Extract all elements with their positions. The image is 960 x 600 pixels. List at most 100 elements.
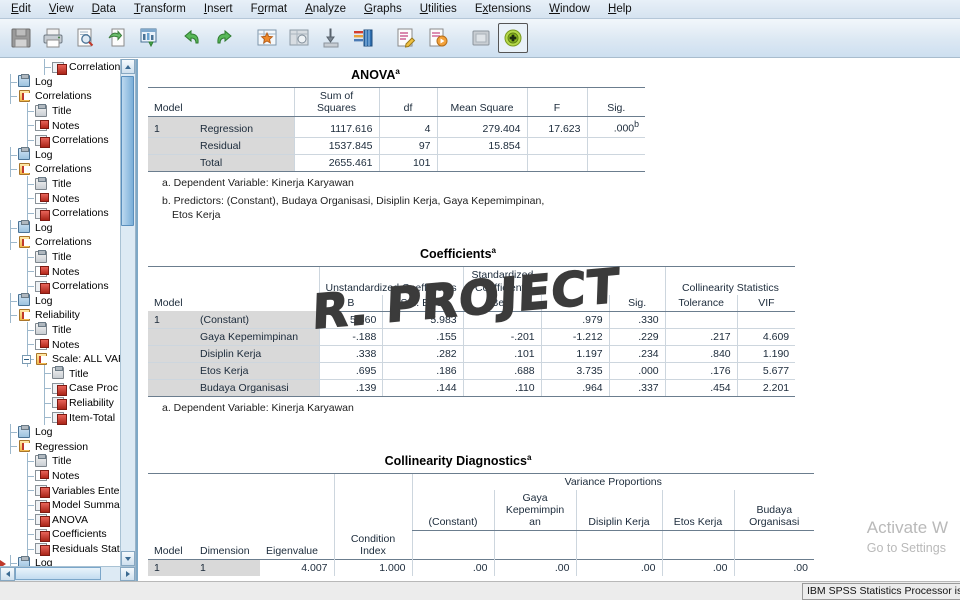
tree-branch-line (38, 409, 51, 425)
outline-node[interactable]: Title (0, 175, 120, 192)
scroll-left-button[interactable] (0, 567, 15, 581)
outline-node[interactable]: Notes (0, 117, 120, 133)
tree-branch-line (4, 73, 17, 90)
outline-node[interactable]: Log (0, 555, 120, 566)
outline-node[interactable]: Reliability (0, 307, 120, 323)
scroll-down-button[interactable] (121, 551, 135, 566)
insert-footnote-icon[interactable] (316, 23, 346, 53)
outline-node[interactable]: Case Proc (0, 380, 120, 396)
outline-node[interactable]: Scale: ALL VAR (0, 350, 120, 367)
print-preview-icon[interactable] (70, 23, 100, 53)
table-row: Disiplin Kerja .338.282.101 1.197.234.840 1… (148, 345, 796, 363)
outline-node[interactable]: Log (0, 292, 120, 309)
tree-branch-line (4, 438, 17, 455)
outline-node[interactable]: Correlations (0, 204, 120, 221)
outline-node[interactable]: Regression (0, 438, 120, 455)
outline-node[interactable]: Correlations (0, 234, 120, 250)
outline-node[interactable]: Log (0, 73, 120, 90)
outline-node[interactable]: Correlations (0, 88, 120, 104)
menu-item-edit[interactable]: Edit (2, 1, 40, 18)
scroll-track[interactable] (121, 74, 135, 551)
menu-item-transform[interactable]: Transform (125, 1, 195, 18)
outline-node[interactable]: Title (0, 453, 120, 469)
outline-node[interactable]: Variables Enter (0, 482, 120, 499)
coef-cell-tol: .176 (664, 362, 738, 380)
run-icon[interactable] (423, 23, 453, 53)
menu-item-extensions[interactable]: Extensions (466, 1, 540, 18)
variables-icon[interactable] (348, 23, 378, 53)
outline-node[interactable]: Log (0, 219, 120, 236)
arrow-down-icon (125, 556, 131, 561)
print-icon[interactable] (38, 23, 68, 53)
outline-node[interactable]: Residuals Stati (0, 540, 120, 557)
outline-node[interactable]: Notes (0, 263, 120, 279)
coef-cell-se: .144 (382, 379, 464, 397)
outline-node[interactable]: Correlations (0, 131, 120, 148)
table-icon-glyph (35, 134, 50, 148)
outline-node-label: Log (35, 557, 53, 566)
outline-node[interactable]: Title (0, 321, 120, 338)
coef-model-header-text: Model (154, 297, 183, 310)
outline-node[interactable]: Title (0, 102, 120, 119)
outline-node[interactable]: Item-Total (0, 409, 120, 426)
save-icon[interactable] (6, 23, 36, 53)
collinearity-title: Collinearity Diagnosticsa (148, 453, 768, 468)
outline-horizontal-scrollbar[interactable] (0, 566, 135, 581)
scroll-right-button[interactable] (120, 567, 135, 581)
outline-node[interactable]: Title (0, 365, 120, 382)
outline-node[interactable]: Notes (0, 190, 120, 206)
title-icon-glyph (35, 453, 47, 467)
scroll-up-button[interactable] (121, 59, 135, 74)
outline-node[interactable]: Notes (0, 336, 120, 352)
outline-node[interactable]: Coefficients (0, 526, 120, 542)
undo-icon[interactable] (177, 23, 207, 53)
outline-tree[interactable]: Correlations Log Correlations Title Notes Cor… (0, 59, 120, 566)
menu-item-insert[interactable]: Insert (195, 1, 242, 18)
coef-cell-se: .186 (382, 362, 464, 380)
scroll-thumb[interactable] (121, 76, 134, 226)
outline-node[interactable]: Log (0, 146, 120, 163)
outline-vertical-scrollbar[interactable] (120, 59, 135, 566)
menu-item-help[interactable]: Help (599, 1, 641, 18)
tree-branch-line (21, 350, 34, 367)
tree-branch-line (38, 394, 51, 411)
coefficients-title-superscript: a (491, 246, 496, 256)
outline-node[interactable]: ANOVA (0, 511, 120, 528)
collin-dimension-cell: 1 (194, 558, 260, 576)
collapse-expander-icon[interactable] (22, 354, 31, 364)
outline-node[interactable]: Correlations (0, 161, 120, 177)
menu-item-data[interactable]: Data (83, 1, 125, 18)
menu-item-utilities[interactable]: Utilities (411, 1, 466, 18)
outline-node[interactable]: Model Summar (0, 496, 120, 513)
log-icon-glyph (18, 147, 30, 161)
menu-item-view[interactable]: View (40, 1, 83, 18)
goto-data-icon[interactable] (252, 23, 282, 53)
edit-output-icon[interactable] (391, 23, 421, 53)
hscroll-track[interactable] (15, 567, 120, 581)
add-note-icon[interactable] (498, 23, 528, 53)
hscroll-thumb[interactable] (15, 567, 101, 580)
outline-node[interactable]: Correlations (0, 277, 120, 294)
collinearity-table: Variance Proportions (Constant) Gaya Kep… (148, 472, 814, 576)
outline-node[interactable]: Notes (0, 467, 120, 484)
menu-item-graphs[interactable]: Graphs (355, 1, 411, 18)
goto-case-icon[interactable] (284, 23, 314, 53)
output-content-pane[interactable]: ANOVAa Model Sum of Squares df Mean Squa… (136, 59, 960, 581)
collin-model-label: Model (154, 544, 183, 557)
menu-item-window[interactable]: Window (540, 1, 599, 18)
outline-node[interactable]: Correlations (0, 59, 120, 75)
outline-node[interactable]: Title (0, 248, 120, 265)
outline-node[interactable]: Reliability (0, 394, 120, 411)
export-icon[interactable] (102, 23, 132, 53)
coef-cell-sig: .330 (608, 311, 666, 329)
dialog-recall-icon[interactable] (466, 23, 496, 53)
menu-item-analyze[interactable]: Analyze (296, 1, 355, 18)
insert-chart-icon[interactable] (134, 23, 164, 53)
menu-item-format[interactable]: Format (242, 1, 296, 18)
title-icon (34, 249, 49, 264)
notes-icon (34, 338, 49, 351)
redo-icon[interactable] (209, 23, 239, 53)
outline-node[interactable]: Log (0, 423, 120, 440)
anova-cell-sig: .000b (586, 116, 645, 138)
coef-cell-t: 3.735 (540, 362, 610, 380)
